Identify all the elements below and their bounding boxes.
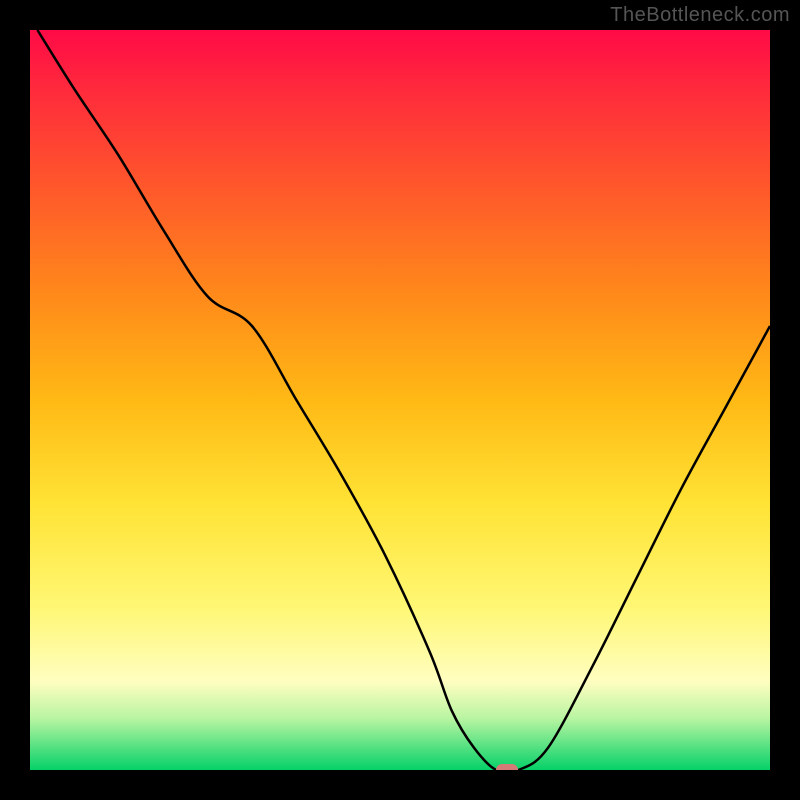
watermark-text: TheBottleneck.com	[610, 4, 790, 27]
chart-frame: TheBottleneck.com	[0, 0, 800, 800]
optimal-marker	[496, 764, 518, 770]
plot-area	[30, 30, 770, 770]
curve-path	[37, 30, 770, 770]
bottleneck-curve	[30, 30, 770, 770]
